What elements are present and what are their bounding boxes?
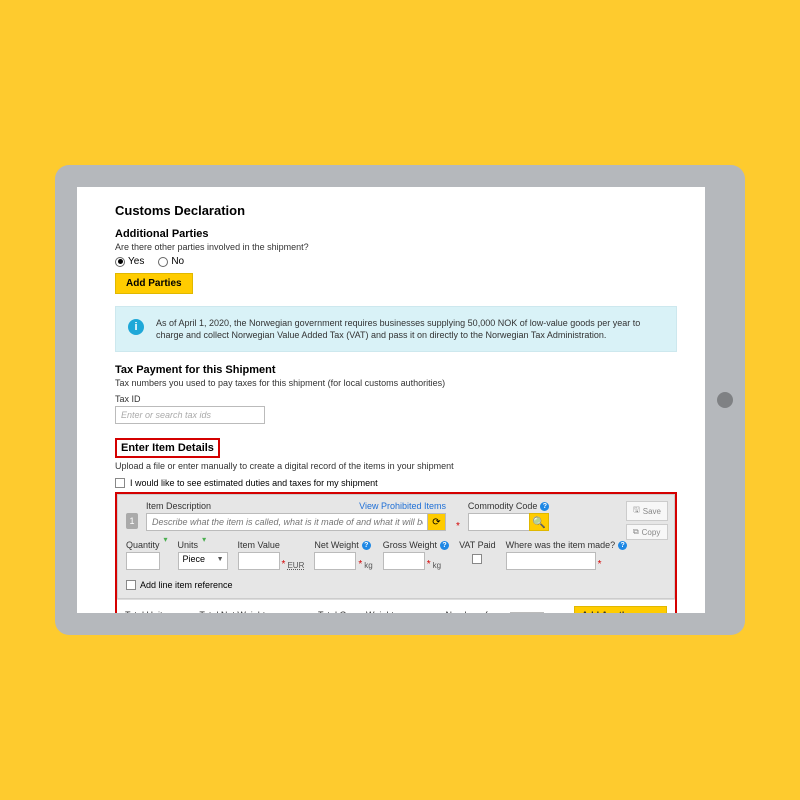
radio-no-label: No	[171, 256, 184, 267]
item-row-1: 1 Item Description View Prohibited Items…	[126, 501, 666, 532]
copy-item-button[interactable]: ⧉ Copy	[626, 524, 668, 540]
view-prohibited-link[interactable]: View Prohibited Items	[359, 501, 446, 511]
radio-no[interactable]: No	[158, 256, 184, 267]
kg-unit: kg	[364, 561, 372, 570]
save-item-button[interactable]: 🖫 Save	[626, 501, 668, 521]
required-star: *	[358, 559, 362, 570]
pallets-input[interactable]	[510, 612, 544, 613]
radio-yes[interactable]: Yes	[115, 256, 144, 267]
gross-weight-label: Gross Weight	[383, 540, 437, 550]
caret-icon: ▾	[202, 535, 206, 544]
info-banner-text: As of April 1, 2020, the Norwegian gover…	[156, 318, 640, 340]
item-value-input[interactable]	[238, 552, 280, 570]
radio-yes-indicator	[115, 257, 125, 267]
enter-item-details-heading: Enter Item Details	[115, 438, 220, 458]
commodity-code-label: Commodity Code	[468, 501, 538, 511]
currency-link[interactable]: EUR	[287, 561, 304, 570]
item-description-input[interactable]	[146, 513, 446, 531]
vat-paid-label: VAT Paid	[459, 540, 496, 550]
required-star: *	[282, 559, 286, 570]
tax-section: Tax Payment for this Shipment Tax number…	[115, 364, 677, 424]
item-side-actions: 🖫 Save ⧉ Copy	[626, 501, 668, 540]
duties-checkbox-row[interactable]: I would like to see estimated duties and…	[115, 478, 677, 488]
help-icon[interactable]: ?	[362, 541, 371, 550]
pallets-label: Number of Pallets	[446, 610, 506, 613]
tax-heading: Tax Payment for this Shipment	[115, 364, 677, 376]
help-icon[interactable]: ?	[440, 541, 449, 550]
save-icon: 🖫	[633, 504, 640, 518]
additional-parties-heading: Additional Parties	[115, 228, 677, 240]
where-made-input[interactable]	[506, 552, 596, 570]
quantity-label: Quantity	[126, 540, 160, 550]
description-suggest-button[interactable]: ⟳	[427, 514, 445, 530]
add-parties-button[interactable]: Add Parties	[115, 273, 193, 294]
help-icon[interactable]: ?	[618, 541, 627, 550]
total-units-label: Total Units	[125, 610, 167, 613]
radio-no-indicator	[158, 257, 168, 267]
totals-row: Total Units 1 Total Net Weight --,-- KG …	[117, 599, 675, 613]
info-icon: i	[128, 319, 144, 335]
commodity-code-input[interactable]	[468, 513, 530, 531]
duties-checkbox[interactable]	[115, 478, 125, 488]
enter-item-details-sub: Upload a file or enter manually to creat…	[115, 461, 677, 471]
tax-id-input[interactable]	[115, 406, 265, 424]
duties-checkbox-label: I would like to see estimated duties and…	[130, 478, 378, 488]
net-weight-label: Net Weight	[314, 540, 358, 550]
net-weight-input[interactable]	[314, 552, 356, 570]
commodity-code-search-button[interactable]: 🔍	[529, 513, 549, 531]
info-banner: i As of April 1, 2020, the Norwegian gov…	[115, 306, 677, 352]
vat-paid-checkbox[interactable]	[472, 554, 482, 564]
required-star: *	[456, 521, 460, 532]
item-details-highlight: 🖫 Save ⧉ Copy 1 Item Description	[115, 492, 677, 613]
required-star: *	[598, 559, 602, 570]
total-net-label: Total Net Weight	[199, 610, 265, 613]
add-another-item-button[interactable]: Add Another Item +	[574, 606, 667, 613]
units-label: Units	[178, 540, 199, 550]
line-ref-label: Add line item reference	[140, 580, 233, 590]
help-icon[interactable]: ?	[540, 502, 549, 511]
tablet-home-button[interactable]	[717, 392, 733, 408]
radio-yes-label: Yes	[128, 256, 144, 267]
where-made-label: Where was the item made?	[506, 540, 616, 550]
additional-parties-question: Are there other parties involved in the …	[115, 242, 677, 252]
units-select[interactable]: Piece	[178, 552, 228, 570]
tax-id-label: Tax ID	[115, 394, 677, 404]
tax-sub: Tax numbers you used to pay taxes for th…	[115, 378, 677, 388]
quantity-input[interactable]	[126, 552, 160, 570]
line-ref-row[interactable]: Add line item reference	[126, 580, 666, 590]
item-panel: 🖫 Save ⧉ Copy 1 Item Description	[117, 494, 675, 599]
copy-icon: ⧉	[633, 527, 639, 537]
item-description-label: Item Description	[146, 501, 211, 511]
caret-icon: ▾	[164, 535, 168, 544]
item-description-col: Item Description View Prohibited Items ⟳	[146, 501, 446, 531]
enter-item-details-section: Enter Item Details Upload a file or ente…	[115, 436, 677, 613]
tablet-frame: Customs Declaration Additional Parties A…	[55, 165, 745, 635]
line-ref-checkbox[interactable]	[126, 580, 136, 590]
required-star: *	[427, 559, 431, 570]
commodity-code-col: Commodity Code ? 🔍	[468, 501, 550, 531]
gross-weight-input[interactable]	[383, 552, 425, 570]
page-title: Customs Declaration	[115, 203, 677, 218]
item-row-2: Quantity ▾ Units ▾ Piece	[126, 540, 666, 570]
item-value-label: Item Value	[238, 540, 280, 550]
total-gross-label: Total Gross Weight	[318, 610, 394, 613]
item-index: 1	[126, 513, 138, 529]
parties-radio-group: Yes No	[115, 256, 677, 267]
app-screen: Customs Declaration Additional Parties A…	[77, 187, 705, 613]
kg-unit: kg	[433, 561, 441, 570]
